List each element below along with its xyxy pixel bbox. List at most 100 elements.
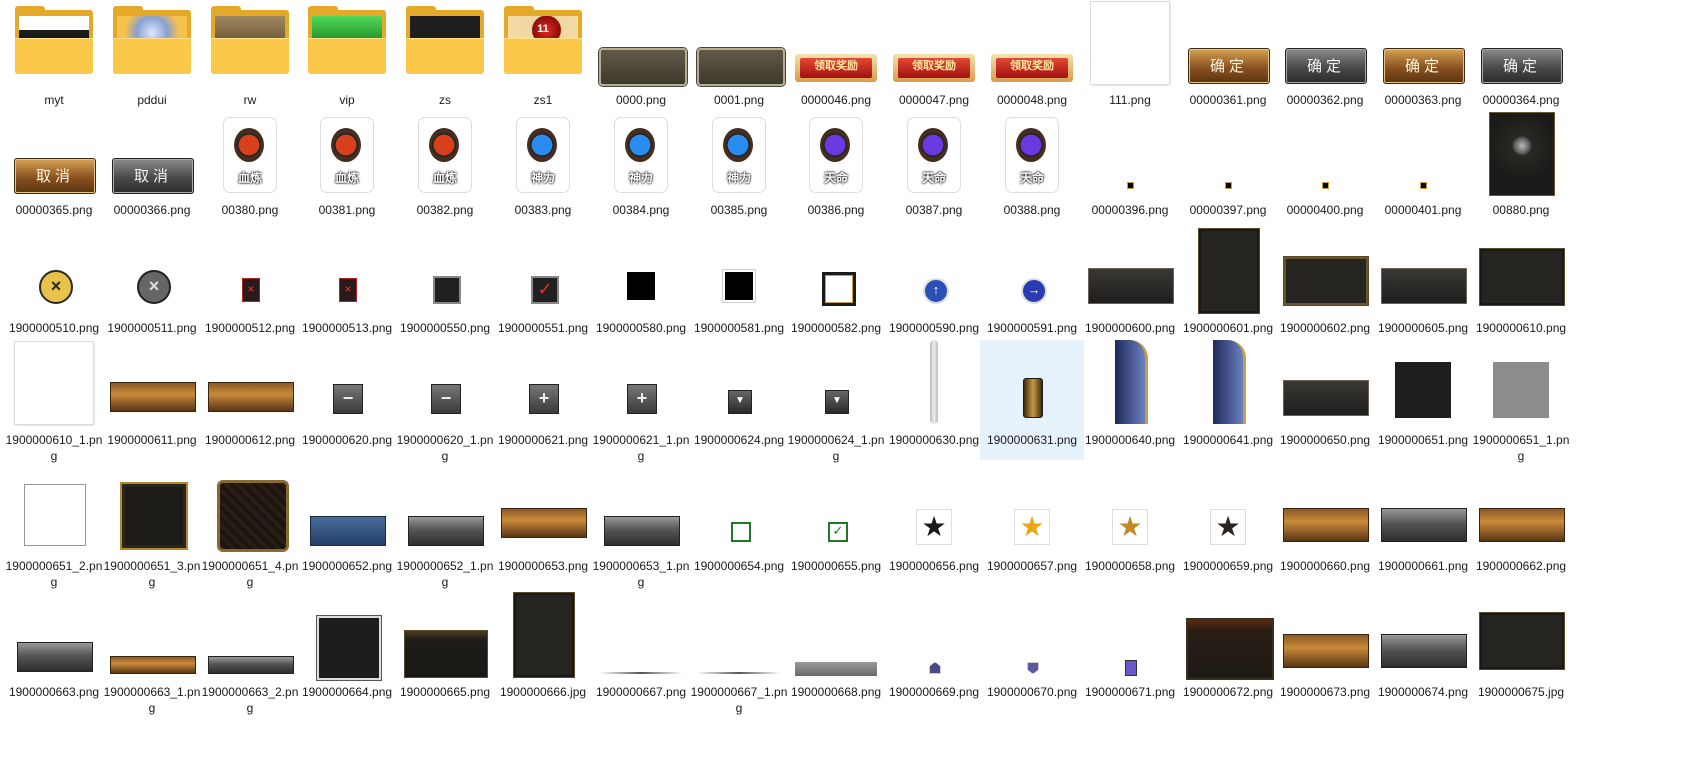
file-item[interactable]: 00000401.png: [1371, 110, 1475, 230]
file-item[interactable]: 取消 00000365.png: [2, 110, 106, 230]
file-item[interactable]: 血炼 00382.png: [393, 110, 497, 230]
folder-item[interactable]: pddui: [100, 0, 204, 120]
file-item[interactable]: 1900000670.png: [980, 592, 1084, 712]
file-item[interactable]: 1900000651_4.png: [198, 466, 302, 589]
file-item[interactable]: +1900000621.png: [491, 340, 595, 460]
file-item[interactable]: 1900000669.png: [882, 592, 986, 712]
file-item[interactable]: 1900000650.png: [1273, 340, 1377, 460]
file-item[interactable]: 确定 00000362.png: [1273, 0, 1377, 120]
file-item[interactable]: 1900000653_1.png: [589, 466, 693, 589]
file-item[interactable]: 1900000640.png: [1078, 340, 1182, 460]
file-item[interactable]: 1900000666.jpg: [491, 592, 595, 712]
file-item[interactable]: × 1900000511.png: [100, 228, 204, 348]
file-item[interactable]: 1900000605.png: [1371, 228, 1475, 348]
file-item[interactable]: 00000397.png: [1176, 110, 1280, 230]
file-item[interactable]: 1900000610.png: [1469, 228, 1573, 348]
file-item[interactable]: 1900000641.png: [1176, 340, 1280, 460]
file-item[interactable]: 1900000652.png: [295, 466, 399, 586]
file-item[interactable]: × 1900000512.png: [198, 228, 302, 348]
file-item[interactable]: 领取奖励 0000048.png: [980, 0, 1084, 120]
file-item[interactable]: 确定 00000363.png: [1371, 0, 1475, 120]
file-item[interactable]: 111.png: [1078, 0, 1182, 120]
file-item[interactable]: 1900000662.png: [1469, 466, 1573, 586]
file-item[interactable]: 0001.png: [687, 0, 791, 120]
file-item[interactable]: 1900000654.png: [687, 466, 791, 586]
file-item[interactable]: 1900000663.png: [2, 592, 106, 712]
file-item[interactable]: 1900000672.png: [1176, 592, 1280, 712]
file-item[interactable]: 神力 00384.png: [589, 110, 693, 230]
folder-item[interactable]: zs: [393, 0, 497, 120]
file-item[interactable]: 神力 00385.png: [687, 110, 791, 230]
file-item[interactable]: 1900000600.png: [1078, 228, 1182, 348]
file-item[interactable]: 1900000651_2.png: [2, 466, 106, 589]
file-item[interactable]: 1900000663_2.png: [198, 592, 302, 715]
file-item[interactable]: 1900000660.png: [1273, 466, 1377, 586]
file-item[interactable]: ★ 1900000657.png: [980, 466, 1084, 586]
file-item[interactable]: ★ 1900000656.png: [882, 466, 986, 586]
file-item[interactable]: ✓ 1900000551.png: [491, 228, 595, 348]
file-item[interactable]: 1900000667_1.png: [687, 592, 791, 715]
file-item[interactable]: 血炼 00381.png: [295, 110, 399, 230]
file-item[interactable]: ★ 1900000659.png: [1176, 466, 1280, 586]
file-item[interactable]: 00000396.png: [1078, 110, 1182, 230]
file-item[interactable]: × 1900000510.png: [2, 228, 106, 348]
file-item[interactable]: 取消 00000366.png: [100, 110, 204, 230]
file-item[interactable]: 领取奖励 0000046.png: [784, 0, 888, 120]
file-item[interactable]: ✓ 1900000655.png: [784, 466, 888, 586]
file-item[interactable]: 0000.png: [589, 0, 693, 120]
file-item[interactable]: ▼ 1900000624_1.png: [784, 340, 888, 463]
file-item[interactable]: +1900000621_1.png: [589, 340, 693, 463]
file-item[interactable]: 1900000651_3.png: [100, 466, 204, 589]
file-item[interactable]: 1900000631.png: [980, 340, 1084, 460]
frame-gold-corners-preview: [120, 482, 188, 550]
file-item[interactable]: − 1900000620.png: [295, 340, 399, 460]
file-item[interactable]: 1900000651_1.png: [1469, 340, 1573, 463]
file-item[interactable]: 血炼 00380.png: [198, 110, 302, 230]
file-item[interactable]: 00880.png: [1469, 110, 1573, 230]
file-item[interactable]: 天命 00387.png: [882, 110, 986, 230]
file-item[interactable]: 1900000580.png: [589, 228, 693, 348]
file-item[interactable]: → 1900000591.png: [980, 228, 1084, 348]
file-item[interactable]: 1900000630.png: [882, 340, 986, 460]
file-item[interactable]: 1900000671.png: [1078, 592, 1182, 712]
file-item[interactable]: 1900000668.png: [784, 592, 888, 712]
file-item[interactable]: 1900000651.png: [1371, 340, 1475, 460]
file-item[interactable]: 1900000550.png: [393, 228, 497, 348]
file-item[interactable]: 1900000673.png: [1273, 592, 1377, 712]
gray-bar-preview: [408, 516, 484, 546]
file-item[interactable]: 1900000612.png: [198, 340, 302, 460]
file-thumbnail: [1176, 110, 1280, 202]
folder-item[interactable]: rw: [198, 0, 302, 120]
file-item[interactable]: 确定 00000364.png: [1469, 0, 1573, 120]
file-item[interactable]: ▼ 1900000624.png: [687, 340, 791, 460]
file-item[interactable]: 1900000610_1.png: [2, 340, 106, 463]
file-item[interactable]: 1900000581.png: [687, 228, 791, 348]
file-item[interactable]: × 1900000513.png: [295, 228, 399, 348]
file-name: 00381.png: [318, 203, 376, 217]
file-item[interactable]: 1900000661.png: [1371, 466, 1475, 586]
file-item[interactable]: − 1900000620_1.png: [393, 340, 497, 463]
file-item[interactable]: 确定 00000361.png: [1176, 0, 1280, 120]
file-item[interactable]: 1900000582.png: [784, 228, 888, 348]
file-item[interactable]: 1900000667.png: [589, 592, 693, 712]
file-item[interactable]: 1900000601.png: [1176, 228, 1280, 348]
file-item[interactable]: 天命 00388.png: [980, 110, 1084, 230]
folder-item[interactable]: 11 zs1: [491, 0, 595, 120]
file-item[interactable]: 1900000664.png: [295, 592, 399, 712]
file-item[interactable]: 领取奖励 0000047.png: [882, 0, 986, 120]
file-item[interactable]: 1900000663_1.png: [100, 592, 204, 715]
file-item[interactable]: 天命 00386.png: [784, 110, 888, 230]
folder-item[interactable]: vip: [295, 0, 399, 120]
file-item[interactable]: 1900000665.png: [393, 592, 497, 712]
file-item[interactable]: 00000400.png: [1273, 110, 1377, 230]
folder-item[interactable]: myt: [2, 0, 106, 120]
file-item[interactable]: 1900000602.png: [1273, 228, 1377, 348]
file-item[interactable]: 1900000611.png: [100, 340, 204, 460]
file-item[interactable]: 1900000652_1.png: [393, 466, 497, 589]
file-item[interactable]: ★ 1900000658.png: [1078, 466, 1182, 586]
file-item[interactable]: 神力 00383.png: [491, 110, 595, 230]
file-item[interactable]: ↑ 1900000590.png: [882, 228, 986, 348]
file-item[interactable]: 1900000674.png: [1371, 592, 1475, 712]
file-item[interactable]: 1900000653.png: [491, 466, 595, 586]
file-item[interactable]: 1900000675.jpg: [1469, 592, 1573, 712]
